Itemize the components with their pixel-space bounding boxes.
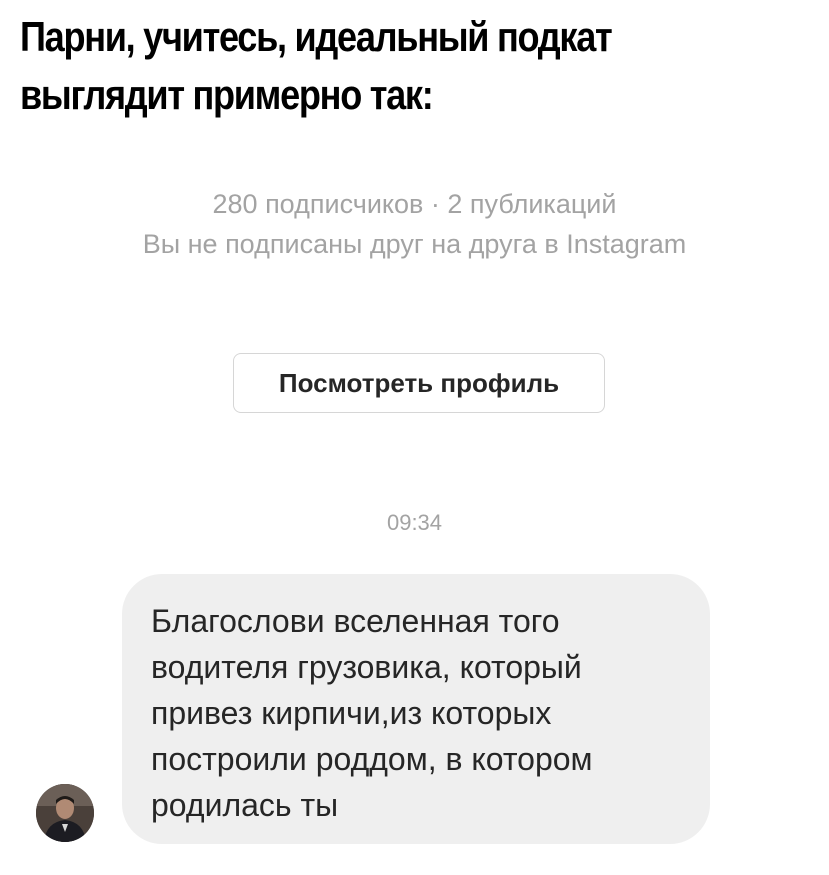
caption-line-2: выглядит примерно так: [20,71,434,118]
message-bubble[interactable]: Благослови вселенная того водителя грузо… [122,574,710,844]
message-text: Благослови вселенная того водителя грузо… [151,598,682,828]
message-timestamp: 09:34 [386,510,443,535]
sender-avatar[interactable] [36,784,94,842]
message-line: Благослови вселенная того [151,603,560,639]
follower-stats: 280 подписчиков · 2 публикаций [212,189,617,219]
message-line: построили роддом, в котором [151,741,593,777]
follow-status: Вы не подписаны друг на друга в Instagra… [142,229,687,259]
caption-line-1: Парни, учитесь, идеальный подкат [20,13,613,60]
meme-caption: Парни, учитесь, идеальный подкат выгляди… [20,8,708,124]
message-line: водителя грузовика, который [151,649,582,685]
profile-header-info: 280 подписчиков · 2 публикаций Вы не под… [0,184,829,264]
avatar-photo-icon [36,784,94,842]
message-line: родилась ты [151,787,339,823]
message-line: привез кирпичи,из которых [151,695,552,731]
view-profile-button[interactable]: Посмотреть профиль [233,353,605,413]
